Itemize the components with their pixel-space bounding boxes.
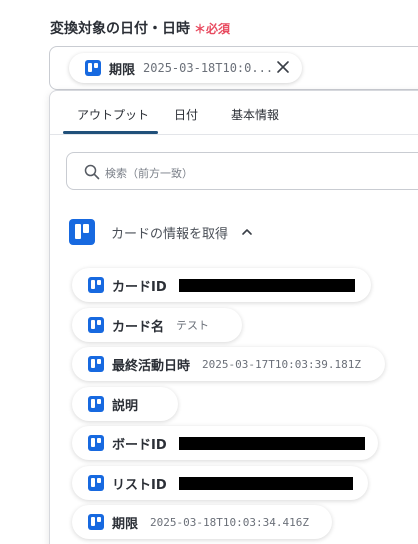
redacted-value <box>178 278 355 292</box>
trello-icon <box>88 317 104 333</box>
redacted-value <box>178 476 353 490</box>
active-tab-indicator <box>63 131 158 134</box>
output-chip-label: リストID <box>112 477 167 493</box>
selected-chip-value: 2025-03-18T10:0... <box>143 61 274 75</box>
trello-icon <box>88 356 104 372</box>
output-chip-label: 説明 <box>112 398 139 414</box>
output-chip-description[interactable]: 説明 <box>72 387 178 421</box>
trello-icon <box>88 435 104 451</box>
trello-icon <box>85 60 101 76</box>
tab-output[interactable]: アウトプット <box>77 106 149 123</box>
output-chip-value: 2025-03-18T10:03:34.416Z <box>150 515 309 529</box>
output-chip-board-id[interactable]: ボードID <box>72 426 378 460</box>
field-label-text: 変換対象の日付・日時 <box>50 21 190 37</box>
selected-chip-label: 期限 <box>109 62 136 78</box>
output-chip-list-id[interactable]: リストID <box>72 466 368 500</box>
output-chip-value: テスト <box>176 319 210 332</box>
redacted-value <box>178 436 365 450</box>
trello-icon <box>88 396 104 412</box>
selected-value-chip[interactable]: 期限 2025-03-18T10:0... <box>69 53 302 83</box>
output-chip-card-name[interactable]: カード名 テスト <box>72 308 242 342</box>
required-mark: ＊必須 <box>194 22 231 36</box>
output-chip-value: 2025-03-17T10:03:39.181Z <box>202 357 361 371</box>
output-dropdown-panel: アウトプット 日付 基本情報 検索（前方一致） カードの情報を取得 カードID … <box>49 90 418 544</box>
output-chip-card-id[interactable]: カードID <box>72 268 371 302</box>
trello-icon <box>88 514 104 530</box>
output-chip-label: カード名 <box>112 319 165 335</box>
output-chip-label: 期限 <box>112 516 139 532</box>
trello-icon <box>88 277 104 293</box>
output-chip-label: 最終活動日時 <box>112 358 191 374</box>
output-chip-label: カードID <box>112 279 167 295</box>
tab-bar: アウトプット 日付 基本情報 <box>50 91 418 135</box>
tab-date[interactable]: 日付 <box>174 106 198 123</box>
output-chip-label: ボードID <box>112 437 167 453</box>
tab-basic-info[interactable]: 基本情報 <box>231 106 279 123</box>
output-chip-last-activity[interactable]: 最終活動日時 2025-03-17T10:03:39.181Z <box>72 347 385 381</box>
section-title: カードの情報を取得 <box>111 226 229 242</box>
field-label: 変換対象の日付・日時 ＊必須 <box>50 18 230 38</box>
trello-icon <box>88 475 104 491</box>
output-chip-due-date[interactable]: 期限 2025-03-18T10:03:34.416Z <box>72 505 332 539</box>
chevron-up-icon[interactable] <box>240 225 254 239</box>
close-icon[interactable] <box>274 58 292 76</box>
section-header-get-card-info[interactable]: カードの情報を取得 <box>69 219 254 245</box>
search-input[interactable]: 検索（前方一致） <box>66 152 418 190</box>
search-placeholder: 検索（前方一致） <box>105 167 193 180</box>
trello-logo-icon <box>69 219 95 245</box>
search-icon <box>84 164 100 180</box>
